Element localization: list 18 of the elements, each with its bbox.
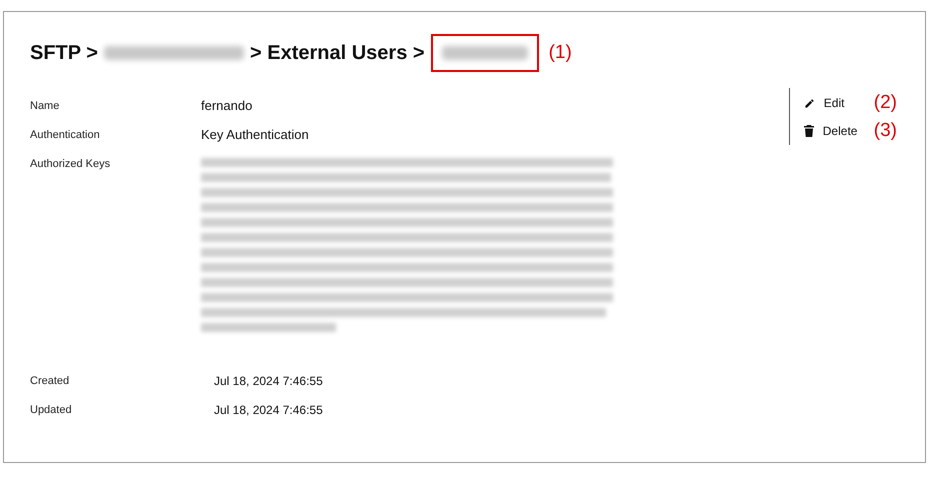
field-value: Key Authentication bbox=[201, 126, 309, 144]
field-label: Created bbox=[30, 374, 70, 389]
field-label: Authentication bbox=[30, 128, 101, 143]
annotation-number: (2) bbox=[874, 93, 897, 113]
annotation-number: (1) bbox=[548, 40, 572, 65]
delete-button[interactable]: Delete bbox=[804, 122, 874, 140]
field-value: fernando bbox=[201, 97, 252, 115]
edit-button[interactable]: Edit bbox=[804, 94, 874, 112]
field-label: Updated bbox=[30, 403, 73, 418]
field-label: Name bbox=[30, 99, 60, 114]
field-value: Jul 18, 2024 7:46:55 bbox=[214, 402, 323, 419]
field-label: Authorized Keys bbox=[30, 157, 112, 172]
breadcrumb-text: > External Users > bbox=[250, 41, 425, 66]
pencil-icon bbox=[804, 98, 815, 108]
field-value: Jul 18, 2024 7:46:55 bbox=[214, 373, 323, 390]
trash-icon bbox=[804, 125, 814, 137]
breadcrumb-text: SFTP > bbox=[30, 41, 98, 66]
annotation-number: (3) bbox=[874, 121, 897, 141]
